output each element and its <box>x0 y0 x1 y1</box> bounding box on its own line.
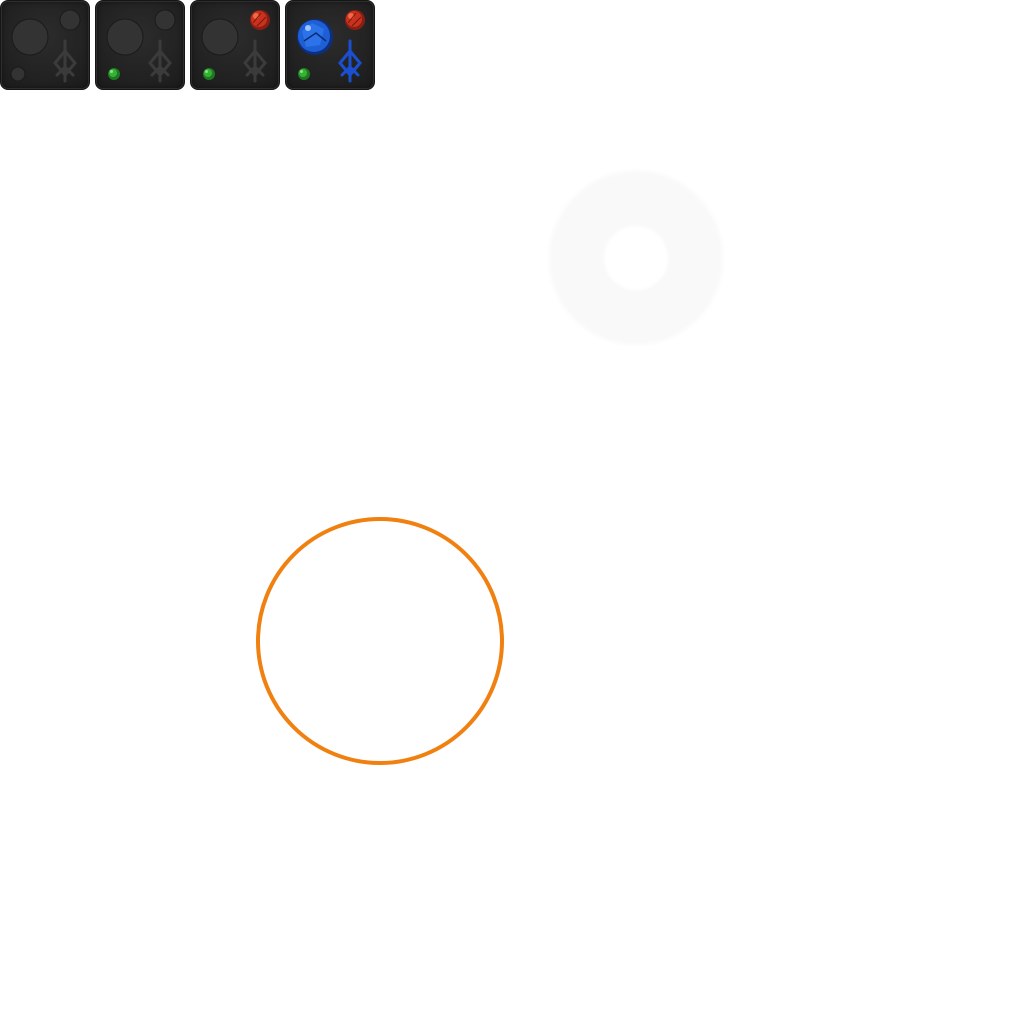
tile-3-graphic <box>201 10 270 83</box>
large-socket-empty <box>11 18 49 56</box>
tile-1-graphic <box>10 9 81 83</box>
blue-gem-icon <box>297 19 333 55</box>
small-socket-empty <box>154 9 176 31</box>
socket-tile-4[interactable] <box>285 0 375 90</box>
large-socket-empty <box>201 18 239 56</box>
green-gem-icon <box>298 68 310 80</box>
green-gem-icon <box>108 68 120 80</box>
green-gem-icon <box>203 68 215 80</box>
rune-icon <box>148 39 172 83</box>
rune-icon <box>243 39 267 83</box>
socket-tile-3[interactable] <box>190 0 280 90</box>
tile-4-graphic <box>297 10 365 83</box>
tile-2-graphic <box>106 9 176 83</box>
tiny-socket-empty <box>10 66 26 82</box>
rune-icon <box>53 39 77 83</box>
orange-ring-shape <box>256 517 504 765</box>
small-socket-empty <box>59 9 81 31</box>
red-gem-icon <box>345 10 365 30</box>
rune-icon-lit <box>338 39 362 83</box>
red-gem-icon <box>250 10 270 30</box>
socket-tile-2[interactable] <box>95 0 185 90</box>
large-socket-empty <box>106 18 144 56</box>
socket-tile-1[interactable] <box>0 0 90 90</box>
faint-ring-shape <box>546 168 726 348</box>
canvas <box>0 0 1024 1024</box>
